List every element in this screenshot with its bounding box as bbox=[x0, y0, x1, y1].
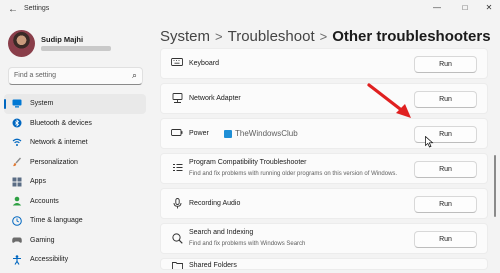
globe-clock-icon bbox=[12, 215, 22, 226]
run-search-indexing-button[interactable]: Run bbox=[414, 231, 477, 248]
sidebar-item-accounts[interactable]: Accounts bbox=[4, 192, 146, 212]
avatar bbox=[8, 30, 35, 57]
breadcrumb-separator: > bbox=[319, 29, 328, 44]
user-profile[interactable]: Sudip Majhi bbox=[8, 30, 148, 58]
sidebar-item-label: Bluetooth & devices bbox=[30, 119, 92, 127]
program-compatibility-icon bbox=[171, 163, 183, 176]
sidebar-item-accessibility[interactable]: Accessibility bbox=[4, 250, 146, 270]
search-icon bbox=[171, 233, 183, 246]
minimize-button[interactable]: — bbox=[430, 3, 444, 12]
run-program-compatibility-button[interactable]: Run bbox=[414, 161, 477, 178]
back-arrow-icon[interactable]: ← bbox=[8, 4, 18, 15]
sidebar-item-label: Personalization bbox=[30, 158, 78, 166]
troubleshooter-label: Keyboard bbox=[189, 60, 219, 67]
troubleshooter-search-indexing: Search and Indexing Find and fix problem… bbox=[160, 223, 488, 254]
breadcrumb-troubleshoot[interactable]: Troubleshoot bbox=[228, 28, 315, 45]
page-title: Other troubleshooters bbox=[332, 28, 491, 45]
sidebar-item-label: Network & internet bbox=[30, 139, 88, 147]
troubleshooter-program-compatibility: Program Compatibility Troubleshooter Fin… bbox=[160, 153, 488, 184]
troubleshooter-network-adapter: Network Adapter Run bbox=[160, 83, 488, 114]
close-button[interactable]: ✕ bbox=[482, 3, 496, 12]
troubleshooter-label: Search and Indexing bbox=[189, 229, 254, 236]
user-email-redacted bbox=[41, 46, 111, 51]
keyboard-icon bbox=[171, 58, 183, 68]
microphone-icon bbox=[171, 198, 183, 211]
troubleshooter-shared-folders: Shared Folders bbox=[160, 258, 488, 270]
network-adapter-icon bbox=[171, 93, 183, 106]
search-placeholder: Find a setting bbox=[14, 72, 57, 79]
troubleshooter-description: Find and fix problems with running older… bbox=[189, 171, 398, 177]
apps-icon bbox=[12, 177, 22, 187]
run-power-button[interactable]: Run bbox=[414, 126, 477, 143]
sidebar-item-network[interactable]: Network & internet bbox=[4, 133, 146, 153]
troubleshooter-power: Power Run bbox=[160, 118, 488, 149]
scrollbar[interactable] bbox=[494, 155, 496, 217]
run-recording-audio-button[interactable]: Run bbox=[414, 196, 477, 213]
troubleshooter-list: Keyboard Run Network Adapter Run Power R… bbox=[160, 48, 488, 273]
sidebar-item-system[interactable]: System bbox=[4, 94, 146, 114]
watermark: TheWindowsClub bbox=[224, 129, 298, 138]
watermark-logo-icon bbox=[224, 129, 232, 138]
breadcrumb: System > Troubleshoot > Other troubleshooter… bbox=[160, 28, 491, 45]
sidebar-item-bluetooth[interactable]: Bluetooth & devices bbox=[4, 114, 146, 134]
troubleshooter-keyboard: Keyboard Run bbox=[160, 48, 488, 79]
mouse-pointer-icon bbox=[425, 136, 434, 148]
window-title: Settings bbox=[24, 5, 50, 12]
sidebar-item-label: Apps bbox=[30, 178, 46, 186]
bluetooth-icon bbox=[12, 118, 22, 128]
breadcrumb-separator: > bbox=[215, 29, 223, 44]
maximize-button[interactable]: □ bbox=[458, 3, 472, 12]
brush-icon bbox=[12, 157, 22, 167]
battery-icon bbox=[171, 128, 183, 138]
search-input[interactable]: Find a setting ⌕ bbox=[8, 67, 143, 85]
gamepad-icon bbox=[12, 235, 22, 245]
search-icon: ⌕ bbox=[131, 70, 137, 80]
troubleshooter-label: Power bbox=[189, 130, 209, 137]
sidebar-item-gaming[interactable]: Gaming bbox=[4, 231, 146, 251]
run-keyboard-button[interactable]: Run bbox=[414, 56, 477, 73]
run-network-adapter-button[interactable]: Run bbox=[414, 91, 477, 108]
sidebar-item-label: Gaming bbox=[30, 236, 55, 244]
sidebar-item-label: Accessibility bbox=[30, 256, 69, 264]
troubleshooter-label: Shared Folders bbox=[189, 262, 237, 269]
sidebar-item-personalization[interactable]: Personalization bbox=[4, 153, 146, 173]
sidebar-item-label: System bbox=[30, 100, 54, 108]
sidebar-item-label: Accounts bbox=[30, 197, 59, 205]
sidebar-item-apps[interactable]: Apps bbox=[4, 172, 146, 192]
title-bar: ← Settings — □ ✕ bbox=[0, 0, 500, 18]
accounts-icon bbox=[12, 196, 22, 206]
shared-folder-icon bbox=[171, 261, 183, 269]
accessibility-icon bbox=[12, 255, 22, 265]
user-name: Sudip Majhi bbox=[41, 35, 84, 44]
sidebar-item-label: Time & language bbox=[30, 217, 83, 225]
sidebar-item-time-language[interactable]: Time & language bbox=[4, 211, 146, 231]
troubleshooter-label: Program Compatibility Troubleshooter bbox=[189, 159, 307, 166]
troubleshooter-label: Network Adapter bbox=[189, 95, 241, 102]
wifi-icon bbox=[12, 138, 22, 148]
troubleshooter-recording-audio: Recording Audio Run bbox=[160, 188, 488, 219]
sidebar-nav: System Bluetooth & devices Network & int… bbox=[4, 94, 146, 270]
troubleshooter-label: Recording Audio bbox=[189, 200, 241, 207]
troubleshooter-description: Find and fix problems with Windows Searc… bbox=[189, 241, 306, 247]
system-icon bbox=[12, 99, 22, 109]
annotation-arrow-icon bbox=[367, 83, 411, 118]
watermark-text: TheWindowsClub bbox=[235, 129, 298, 138]
breadcrumb-system[interactable]: System bbox=[160, 28, 210, 45]
